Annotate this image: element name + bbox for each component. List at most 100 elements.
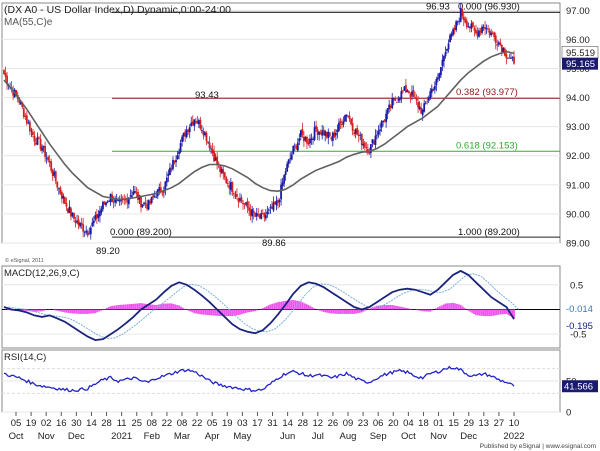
macd-histogram-bar (162, 303, 165, 310)
macd-histogram-bar (452, 302, 455, 310)
candle-body (50, 161, 53, 171)
price-y-axis: 97.0096.0095.0094.0093.0092.0091.0090.00… (566, 6, 590, 250)
macd-histogram-bar (73, 309, 76, 314)
x-tick-label: 30 (71, 418, 82, 429)
candle-body (510, 58, 512, 59)
candle-body (296, 142, 299, 151)
macd-histogram-bar (267, 305, 270, 310)
macd-histogram-bar (248, 309, 251, 313)
candle-body (444, 52, 447, 57)
x-tick-label: 27 (494, 418, 505, 429)
candle-body (178, 151, 180, 155)
x-month-label: 2022 (503, 431, 524, 442)
macd-histogram-bar (395, 305, 397, 310)
macd-histogram-bar (191, 309, 194, 313)
macd-histogram-bar (204, 309, 207, 315)
x-tick-label: 12 (313, 418, 324, 429)
macd-histogram-bar (94, 309, 97, 314)
candle-body (30, 130, 33, 132)
candle-body (86, 231, 89, 236)
macd-histogram-bar (387, 305, 390, 310)
macd-histogram-bar (256, 309, 258, 311)
candle-body (394, 98, 397, 101)
macd-histogram-bar (197, 309, 200, 314)
macd-histogram-bar (454, 303, 456, 310)
macd-histogram-bar (476, 309, 479, 316)
macd-histogram-bar (69, 309, 72, 314)
candle-body (193, 119, 196, 126)
macd-histogram-bar (503, 309, 506, 315)
macd-histogram-bar (355, 309, 357, 314)
candle-body (334, 132, 337, 136)
x-tick-label: 22 (162, 418, 173, 429)
candle-body (286, 163, 289, 172)
macd-histogram-bar (63, 309, 66, 313)
macd-histogram-bar (170, 303, 173, 310)
x-tick-label: 25 (131, 418, 142, 429)
macd-histogram-bar (349, 309, 352, 314)
x-month-label: Oct (401, 431, 416, 442)
price-tick-label: 96.00 (566, 35, 590, 46)
candle-body (363, 142, 366, 148)
macd-histogram-bar (134, 303, 137, 310)
macd-histogram-bar (435, 308, 437, 310)
candle-body (54, 171, 57, 182)
candle-body (22, 108, 25, 117)
candle-body (33, 135, 36, 142)
price-tick-label: 91.00 (566, 180, 590, 191)
candle-body (225, 177, 228, 184)
macd-histogram-bar (345, 309, 348, 314)
candle-body (379, 129, 381, 131)
published-text: Published by eSignal | www.esignal.com (480, 443, 596, 450)
macd-histogram-bar (81, 309, 83, 314)
candle-body (155, 197, 158, 199)
x-tick-label: 31 (267, 418, 278, 429)
macd-histogram-bar (292, 299, 295, 310)
candle-body (292, 146, 295, 155)
fib-label: 0.382 (93.977) (456, 87, 518, 98)
candle-body (391, 98, 394, 109)
candle-body (176, 155, 179, 160)
x-tick-label: 14 (86, 418, 97, 429)
macd-histogram-bar (56, 309, 59, 311)
candle-body (400, 91, 403, 100)
candle-body (25, 115, 28, 124)
candle-body (471, 22, 474, 27)
macd-histogram-bar (43, 309, 45, 311)
macd-histogram-bar (423, 309, 426, 312)
candle-body (360, 133, 363, 146)
macd-histogram-bar (77, 309, 80, 314)
x-month-label: Apr (205, 431, 220, 442)
candle-body (44, 146, 47, 158)
macd-histogram-bar (212, 309, 215, 316)
macd-histogram-bar (113, 305, 116, 310)
macd-histogram-bar (229, 309, 232, 317)
candle-body (356, 127, 359, 135)
candle-body (63, 197, 66, 204)
macd-histogram-bar (311, 307, 314, 310)
macd-histogram-bar (240, 309, 243, 315)
x-month-label: Oct (9, 431, 24, 442)
macd-histogram-bar (353, 309, 356, 314)
macd-histogram-bar (92, 309, 95, 314)
macd-histogram-bar (168, 303, 171, 310)
candle-body (481, 26, 483, 34)
macd-histogram-bar (187, 309, 190, 311)
price-tick-label: 94.00 (566, 93, 590, 104)
macd-histogram-bar (54, 309, 57, 311)
macd-histogram-bar (119, 304, 121, 310)
macd-histogram-bar (459, 304, 462, 310)
candle-body (380, 121, 383, 128)
macd-histogram-bar (277, 302, 279, 310)
macd-histogram-bar (505, 309, 508, 314)
candle-body (278, 200, 281, 203)
x-month-label: Jul (312, 431, 324, 442)
macd-histogram-bar (334, 309, 337, 314)
candle-body (499, 42, 502, 46)
macd-histogram-bar (494, 309, 496, 316)
candle-body (386, 108, 389, 114)
rsi-title: RSI(14,C) (4, 352, 46, 363)
macd-histogram-bar (174, 304, 177, 310)
macd-histogram-bar (201, 309, 203, 315)
macd-histogram-bar (389, 305, 392, 310)
